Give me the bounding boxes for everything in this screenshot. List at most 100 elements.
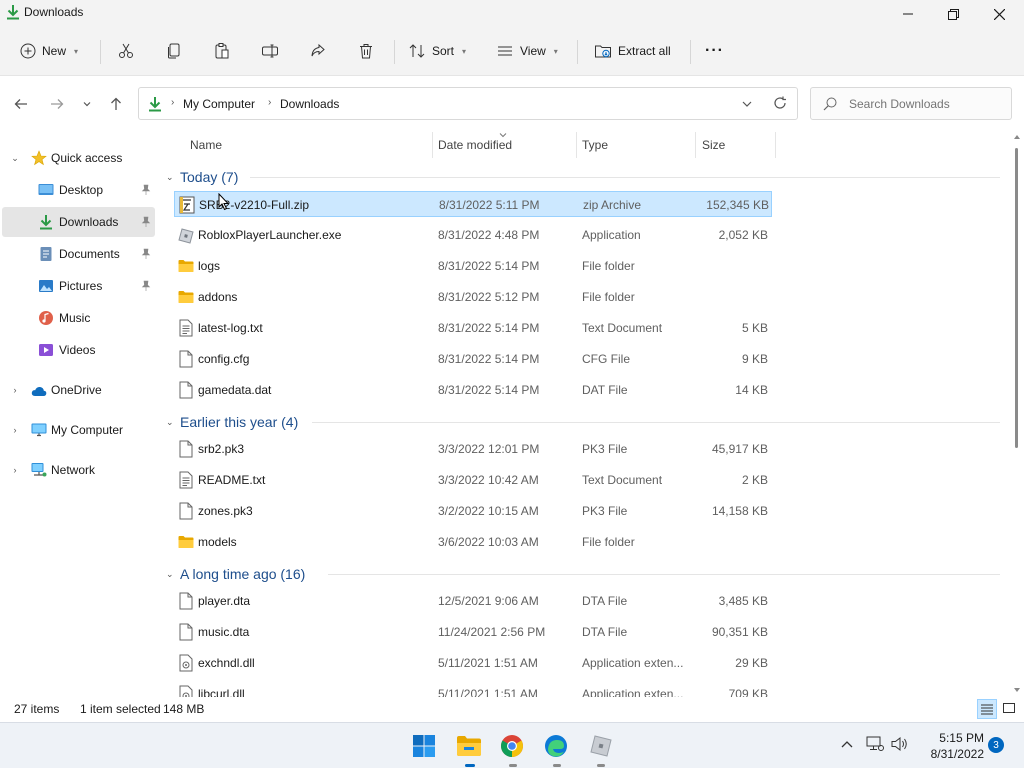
- chevron-right-icon[interactable]: ›: [10, 385, 20, 395]
- cut-button[interactable]: [117, 36, 135, 66]
- sidebar-item-network[interactable]: › Network: [2, 455, 155, 485]
- more-options-button[interactable]: ···: [705, 36, 724, 66]
- chevron-right-icon[interactable]: ›: [10, 465, 20, 475]
- column-header-type[interactable]: Type: [582, 138, 608, 152]
- file-icon: [179, 440, 193, 458]
- new-button-label: New: [42, 44, 67, 58]
- file-row[interactable]: player.dta 12/5/2021 9:06 AM DTA File 3,485…: [174, 588, 772, 614]
- group-header[interactable]: ⌄ Earlier this year (4): [166, 411, 298, 433]
- scrollbar-thumb[interactable]: [1015, 148, 1018, 448]
- breadcrumb-my-computer[interactable]: My Computer: [183, 97, 255, 111]
- view-button[interactable]: View ▾: [496, 36, 558, 66]
- file-row[interactable]: logs 8/31/2022 5:14 PM File folder: [174, 253, 772, 279]
- sidebar-item-pictures[interactable]: Pictures: [2, 271, 155, 301]
- system-clock[interactable]: 5:15 PM 8/31/2022: [912, 730, 984, 762]
- file-row[interactable]: latest-log.txt 8/31/2022 5:14 PM Text Docu…: [174, 315, 772, 341]
- file-row[interactable]: gamedata.dat 8/31/2022 5:14 PM DAT File 14 …: [174, 377, 772, 403]
- minimize-icon: [903, 13, 913, 15]
- address-bar[interactable]: › My Computer › Downloads: [138, 87, 798, 120]
- details-view-button[interactable]: [977, 699, 997, 719]
- group-divider: [250, 177, 1000, 178]
- file-row[interactable]: RobloxPlayerLauncher.exe 8/31/2022 4:48 P…: [174, 222, 772, 248]
- refresh-icon[interactable]: [773, 96, 787, 110]
- paste-button[interactable]: [213, 36, 231, 66]
- chevron-down-icon[interactable]: ⌄: [166, 569, 174, 580]
- plus-circle-icon: [20, 43, 36, 59]
- vertical-scrollbar[interactable]: [1012, 132, 1022, 697]
- search-box[interactable]: [810, 87, 1012, 120]
- rename-button[interactable]: [261, 36, 279, 66]
- file-row[interactable]: models 3/6/2022 10:03 AM File folder: [174, 529, 772, 555]
- navigation-pane: ⌄ Quick access Desktop Downloads Documen…: [0, 132, 160, 697]
- file-row[interactable]: addons 8/31/2022 5:12 PM File folder: [174, 284, 772, 310]
- volume-icon[interactable]: [891, 736, 909, 752]
- maximize-button[interactable]: [930, 0, 976, 28]
- notification-badge[interactable]: 3: [988, 737, 1004, 753]
- chevron-down-icon[interactable]: ⌄: [166, 417, 174, 428]
- file-row[interactable]: SRB2-v2210-Full.zip 8/31/2022 5:11 PM zip …: [174, 191, 772, 217]
- mouse-cursor-icon: [218, 192, 230, 211]
- column-divider[interactable]: [432, 132, 433, 158]
- file-row[interactable]: README.txt 3/3/2022 10:42 AM Text Document…: [174, 467, 772, 493]
- chevron-down-icon[interactable]: [741, 99, 753, 109]
- back-button[interactable]: [11, 94, 31, 114]
- pin-icon[interactable]: [141, 184, 151, 196]
- sidebar-item-downloads[interactable]: Downloads: [2, 207, 155, 237]
- chevron-right-icon[interactable]: ›: [10, 425, 20, 435]
- scroll-down-icon[interactable]: [1013, 687, 1021, 693]
- sidebar-item-desktop[interactable]: Desktop: [2, 175, 155, 205]
- chevron-down-icon[interactable]: ⌄: [10, 153, 20, 164]
- group-header[interactable]: ⌄ A long time ago (16): [166, 563, 305, 585]
- sidebar-item-quick-access[interactable]: ⌄ Quick access: [2, 143, 155, 173]
- tiles-view-button[interactable]: [999, 699, 1019, 719]
- sort-button[interactable]: Sort ▾: [408, 36, 466, 66]
- pin-icon[interactable]: [141, 216, 151, 228]
- column-header-size[interactable]: Size: [702, 138, 725, 152]
- taskbar-file-explorer[interactable]: [454, 731, 484, 761]
- sidebar-item-music[interactable]: Music: [2, 303, 155, 333]
- file-row[interactable]: exchndl.dll 5/11/2021 1:51 AM Application …: [174, 650, 772, 676]
- minimize-button[interactable]: [885, 0, 931, 28]
- up-button[interactable]: [106, 94, 126, 114]
- chevron-down-icon[interactable]: ⌄: [166, 172, 174, 183]
- column-divider[interactable]: [576, 132, 577, 158]
- forward-button[interactable]: [47, 94, 67, 114]
- text-file-icon: [179, 319, 193, 337]
- file-size: 29 KB: [735, 656, 768, 670]
- delete-button[interactable]: [357, 36, 375, 66]
- column-divider[interactable]: [695, 132, 696, 158]
- network-status-icon[interactable]: [866, 736, 884, 752]
- search-input[interactable]: [849, 96, 999, 111]
- extract-all-button[interactable]: Extract all: [594, 36, 671, 66]
- tray-overflow-chevron-icon[interactable]: [840, 739, 854, 749]
- file-type: DTA File: [582, 594, 628, 608]
- column-header-name[interactable]: Name: [190, 138, 222, 152]
- pin-icon[interactable]: [141, 280, 151, 292]
- start-button[interactable]: [409, 731, 439, 761]
- sidebar-item-documents[interactable]: Documents: [2, 239, 155, 269]
- taskbar-edge[interactable]: [541, 731, 571, 761]
- file-row[interactable]: config.cfg 8/31/2022 5:14 PM CFG File 9 KB: [174, 346, 772, 372]
- column-divider[interactable]: [775, 132, 776, 158]
- share-button[interactable]: [309, 36, 327, 66]
- taskbar-chrome[interactable]: [497, 731, 527, 761]
- sidebar-item-videos[interactable]: Videos: [2, 335, 155, 365]
- recent-locations-button[interactable]: [77, 94, 97, 114]
- new-button[interactable]: New ▾: [20, 36, 78, 66]
- pin-icon[interactable]: [141, 248, 151, 260]
- breadcrumb-downloads[interactable]: Downloads: [280, 97, 339, 111]
- chevron-down-icon: ▾: [462, 46, 467, 56]
- close-button[interactable]: [976, 0, 1022, 28]
- column-header-date[interactable]: Date modified: [438, 138, 512, 152]
- file-row[interactable]: zones.pk3 3/2/2022 10:15 AM PK3 File 14,158…: [174, 498, 772, 524]
- file-row[interactable]: srb2.pk3 3/3/2022 12:01 PM PK3 File 45,917 …: [174, 436, 772, 462]
- sidebar-item-my-computer[interactable]: › My Computer: [2, 415, 155, 445]
- scroll-up-icon[interactable]: [1013, 134, 1021, 140]
- copy-button[interactable]: [165, 36, 183, 66]
- file-row[interactable]: music.dta 11/24/2021 2:56 PM DTA File 90,35…: [174, 619, 772, 645]
- group-header[interactable]: ⌄ Today (7): [166, 166, 238, 188]
- file-row[interactable]: libcurl.dll 5/11/2021 1:51 AM Application …: [174, 681, 772, 697]
- title-bar[interactable]: Downloads: [0, 0, 1024, 28]
- taskbar-roblox[interactable]: [586, 731, 616, 761]
- sidebar-item-onedrive[interactable]: › OneDrive: [2, 375, 155, 405]
